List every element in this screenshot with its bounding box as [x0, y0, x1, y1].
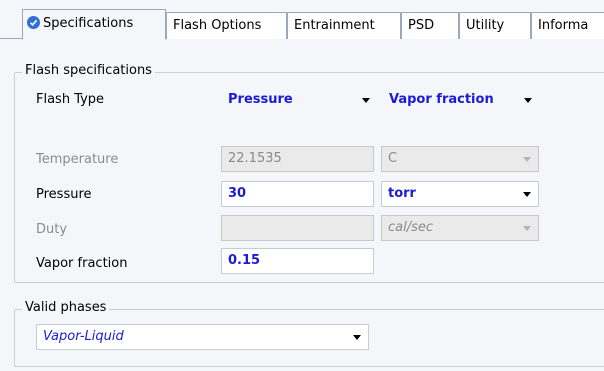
duty-unit: cal/sec — [388, 220, 434, 235]
chevron-down-icon — [524, 98, 532, 103]
chevron-down-icon — [523, 226, 531, 231]
temperature-field: 22.1535 — [221, 146, 374, 172]
duty-field — [221, 215, 374, 241]
chevron-down-icon — [353, 335, 361, 340]
flash-type-value-2: Vapor fraction — [389, 92, 494, 107]
flash-type-label: Flash Type — [36, 92, 105, 107]
tab-flash-options[interactable]: Flash Options — [166, 12, 287, 39]
tab-label: Utility — [466, 18, 505, 33]
duty-unit-select: cal/sec — [381, 215, 539, 241]
pressure-field[interactable]: 30 — [221, 181, 374, 207]
tab-label: PSD — [408, 18, 435, 33]
valid-phases-select[interactable]: Vapor-Liquid — [36, 324, 369, 350]
flash-type-select-2[interactable]: Vapor fraction — [382, 87, 540, 113]
temperature-unit-select: C — [381, 146, 539, 172]
tab-label: Informa — [538, 18, 589, 33]
tab-label: Specifications — [43, 16, 134, 31]
pressure-label: Pressure — [36, 187, 92, 202]
pressure-unit-select[interactable]: torr — [381, 181, 539, 207]
tab-entrainment[interactable]: Entrainment — [287, 12, 401, 39]
vapor-fraction-field[interactable]: 0.15 — [221, 248, 374, 274]
vapor-fraction-label: Vapor fraction — [36, 256, 128, 271]
tab-label: Entrainment — [294, 18, 375, 33]
tab-bar: Specifications Flash Options Entrainment… — [0, 0, 604, 40]
chevron-down-icon — [523, 157, 531, 162]
tab-specifications[interactable]: Specifications — [22, 9, 166, 40]
pressure-unit: torr — [388, 186, 416, 201]
valid-phases-title: Valid phases — [22, 300, 110, 315]
check-circle-icon — [27, 16, 40, 29]
flash-specifications-title: Flash specifications — [22, 63, 155, 78]
valid-phases-value: Vapor-Liquid — [43, 329, 124, 344]
duty-label: Duty — [36, 222, 68, 237]
flash-type-select-1[interactable]: Pressure — [221, 87, 378, 113]
tab-information[interactable]: Informa — [531, 12, 604, 39]
temperature-label: Temperature — [36, 152, 119, 167]
tab-psd[interactable]: PSD — [401, 12, 459, 39]
flash-type-value-1: Pressure — [228, 92, 293, 107]
temperature-unit: C — [388, 151, 398, 166]
chevron-down-icon — [362, 98, 370, 103]
tab-utility[interactable]: Utility — [459, 12, 531, 39]
tab-label: Flash Options — [173, 18, 262, 33]
chevron-down-icon — [523, 192, 531, 197]
